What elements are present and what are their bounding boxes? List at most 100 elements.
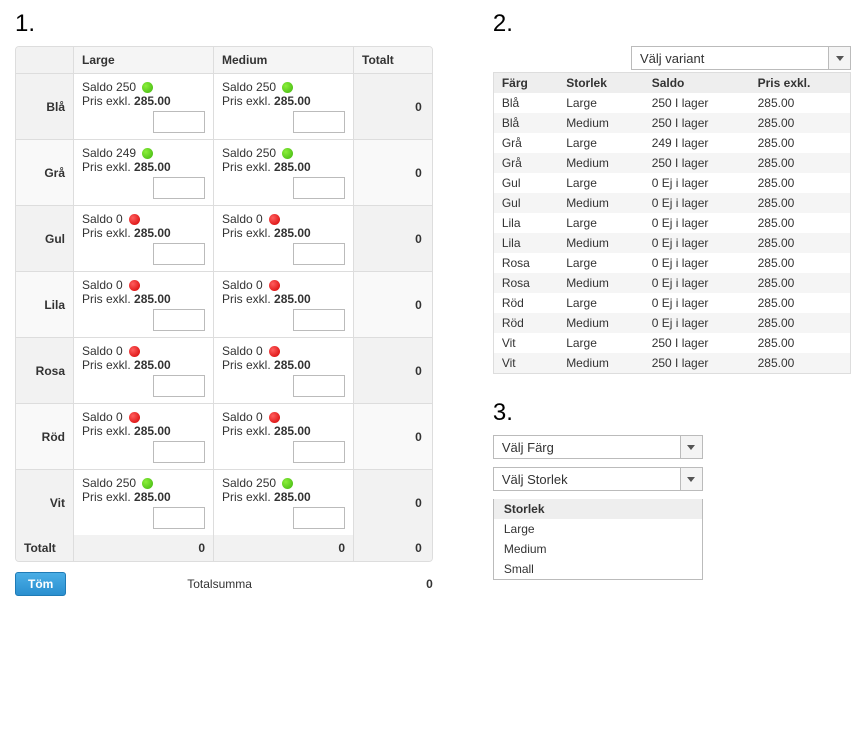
table-cell-storlek: Medium <box>558 353 644 374</box>
saldo-line: Saldo 250 <box>222 146 345 160</box>
table-cell-storlek: Large <box>558 293 644 313</box>
qty-input[interactable] <box>153 507 205 529</box>
table-row[interactable]: GulLarge0 Ej i lager285.00 <box>493 173 850 193</box>
status-dot-red-icon <box>269 412 280 423</box>
grid-cell: Saldo 249Pris exkl. 285.00 <box>74 140 214 205</box>
price-line: Pris exkl. 285.00 <box>82 424 205 438</box>
table-row[interactable]: RosaMedium0 Ej i lager285.00 <box>493 273 850 293</box>
qty-input[interactable] <box>153 111 205 133</box>
table-row[interactable]: VitMedium250 I lager285.00 <box>493 353 850 374</box>
qty-input[interactable] <box>153 375 205 397</box>
section-1-heading: 1. <box>15 10 433 38</box>
qty-input[interactable] <box>293 243 345 265</box>
qty-input[interactable] <box>293 375 345 397</box>
price-line: Pris exkl. 285.00 <box>222 226 345 240</box>
clear-button[interactable]: Töm <box>15 572 66 596</box>
vcol-pris: Pris exkl. <box>750 73 851 94</box>
grid-row-color: Rosa <box>16 338 74 403</box>
grid-row-total: 0 <box>354 404 432 469</box>
grid-row-total: 0 <box>354 338 432 403</box>
table-cell-farg: Vit <box>493 353 558 374</box>
qty-input[interactable] <box>293 309 345 331</box>
grid-row-color: Blå <box>16 74 74 139</box>
grid-row-color: Lila <box>16 272 74 337</box>
variant-table: Färg Storlek Saldo Pris exkl. BlåLarge25… <box>493 72 851 374</box>
table-cell-pris: 285.00 <box>750 233 851 253</box>
section-3-heading: 3. <box>493 399 851 427</box>
table-cell-saldo: 250 I lager <box>644 93 750 113</box>
table-row[interactable]: GulMedium0 Ej i lager285.00 <box>493 193 850 213</box>
grid-head-total: Totalt <box>354 47 432 73</box>
section-2-heading: 2. <box>493 10 851 38</box>
table-cell-saldo: 249 I lager <box>644 133 750 153</box>
price-line: Pris exkl. 285.00 <box>222 490 345 504</box>
qty-input[interactable] <box>153 177 205 199</box>
table-cell-storlek: Large <box>558 93 644 113</box>
price-line: Pris exkl. 285.00 <box>82 292 205 306</box>
table-cell-saldo: 250 I lager <box>644 353 750 374</box>
grid-cell: Saldo 250Pris exkl. 285.00 <box>214 470 354 535</box>
saldo-line: Saldo 0 <box>82 212 205 226</box>
table-row[interactable]: RödMedium0 Ej i lager285.00 <box>493 313 850 333</box>
qty-input[interactable] <box>293 111 345 133</box>
size-option[interactable]: Medium <box>494 539 702 559</box>
grid-cell: Saldo 0Pris exkl. 285.00 <box>214 272 354 337</box>
qty-input[interactable] <box>293 177 345 199</box>
color-select-text: Välj Färg <box>494 440 680 455</box>
table-row[interactable]: BlåLarge250 I lager285.00 <box>493 93 850 113</box>
grid-cell: Saldo 250Pris exkl. 285.00 <box>214 74 354 139</box>
price-line: Pris exkl. 285.00 <box>222 292 345 306</box>
variant-grid: Large Medium Totalt BlåSaldo 250Pris exk… <box>15 46 433 562</box>
price-line: Pris exkl. 285.00 <box>82 160 205 174</box>
table-cell-farg: Gul <box>493 193 558 213</box>
qty-input[interactable] <box>293 441 345 463</box>
qty-input[interactable] <box>293 507 345 529</box>
table-cell-saldo: 0 Ej i lager <box>644 193 750 213</box>
saldo-line: Saldo 0 <box>222 278 345 292</box>
grid-row: BlåSaldo 250Pris exkl. 285.00Saldo 250Pr… <box>16 74 432 140</box>
table-cell-storlek: Medium <box>558 233 644 253</box>
qty-input[interactable] <box>153 441 205 463</box>
table-cell-saldo: 0 Ej i lager <box>644 293 750 313</box>
table-cell-pris: 285.00 <box>750 193 851 213</box>
price-line: Pris exkl. 285.00 <box>82 358 205 372</box>
table-cell-farg: Blå <box>493 113 558 133</box>
grid-cell: Saldo 0Pris exkl. 285.00 <box>214 206 354 271</box>
table-row[interactable]: VitLarge250 I lager285.00 <box>493 333 850 353</box>
table-row[interactable]: GråLarge249 I lager285.00 <box>493 133 850 153</box>
table-cell-saldo: 0 Ej i lager <box>644 173 750 193</box>
size-select[interactable]: Välj Storlek <box>493 467 703 491</box>
table-cell-storlek: Large <box>558 133 644 153</box>
size-option[interactable]: Small <box>494 559 702 579</box>
table-cell-pris: 285.00 <box>750 153 851 173</box>
table-row[interactable]: RödLarge0 Ej i lager285.00 <box>493 293 850 313</box>
table-row[interactable]: LilaMedium0 Ej i lager285.00 <box>493 233 850 253</box>
table-cell-storlek: Medium <box>558 313 644 333</box>
saldo-line: Saldo 250 <box>82 476 205 490</box>
table-cell-storlek: Large <box>558 253 644 273</box>
table-row[interactable]: BlåMedium250 I lager285.00 <box>493 113 850 133</box>
table-row[interactable]: RosaLarge0 Ej i lager285.00 <box>493 253 850 273</box>
color-select[interactable]: Välj Färg <box>493 435 703 459</box>
status-dot-red-icon <box>129 346 140 357</box>
table-cell-farg: Röd <box>493 313 558 333</box>
grid-cell: Saldo 250Pris exkl. 285.00 <box>74 74 214 139</box>
table-row[interactable]: LilaLarge0 Ej i lager285.00 <box>493 213 850 233</box>
grid-cell: Saldo 0Pris exkl. 285.00 <box>214 404 354 469</box>
vcol-saldo: Saldo <box>644 73 750 94</box>
table-row[interactable]: GråMedium250 I lager285.00 <box>493 153 850 173</box>
qty-input[interactable] <box>153 309 205 331</box>
size-dropdown-header: Storlek <box>494 499 702 519</box>
saldo-line: Saldo 0 <box>222 410 345 424</box>
table-cell-farg: Vit <box>493 333 558 353</box>
qty-input[interactable] <box>153 243 205 265</box>
size-option[interactable]: Large <box>494 519 702 539</box>
grid-head-large: Large <box>74 47 214 73</box>
grid-row-color: Grå <box>16 140 74 205</box>
grid-row: VitSaldo 250Pris exkl. 285.00Saldo 250Pr… <box>16 470 432 535</box>
variant-select[interactable]: Välj variant <box>631 46 851 70</box>
status-dot-red-icon <box>269 346 280 357</box>
grid-row: RosaSaldo 0Pris exkl. 285.00Saldo 0Pris … <box>16 338 432 404</box>
table-cell-farg: Lila <box>493 233 558 253</box>
grid-foot-total: 0 <box>354 535 432 561</box>
